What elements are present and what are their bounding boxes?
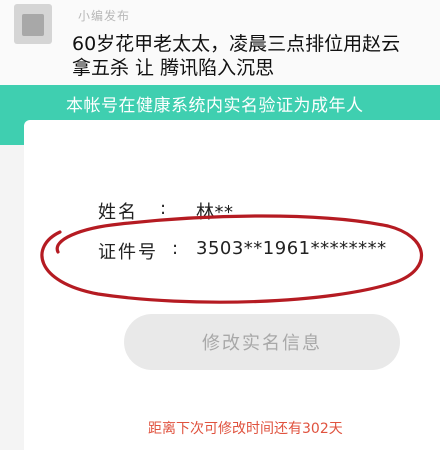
post-headline: 60岁花甲老太太，凌晨三点排位用赵云拿五杀 让 腾讯陷入沉思 bbox=[72, 33, 401, 79]
post-header: 小编发布 60岁花甲老太太，凌晨三点排位用赵云拿五杀 让 腾讯陷入沉思 bbox=[0, 0, 440, 85]
verification-banner-text: 本帐号在健康系统内实名验证为成年人 bbox=[66, 96, 364, 116]
name-label: 姓名 bbox=[98, 202, 138, 223]
avatar[interactable] bbox=[14, 4, 52, 44]
modify-real-name-button[interactable]: 修改实名信息 bbox=[124, 314, 400, 370]
name-value: 林** bbox=[196, 202, 234, 223]
id-number-value: 3503**1961******** bbox=[196, 238, 387, 259]
id-number-colon: : bbox=[172, 238, 179, 259]
id-number-label: 证件号 bbox=[98, 242, 158, 263]
poster-name[interactable]: 小编发布 bbox=[78, 7, 130, 23]
name-colon: : bbox=[160, 198, 167, 219]
modify-countdown-text: 距离下次可修改时间还有302天 bbox=[148, 421, 343, 437]
identity-card bbox=[24, 120, 440, 450]
